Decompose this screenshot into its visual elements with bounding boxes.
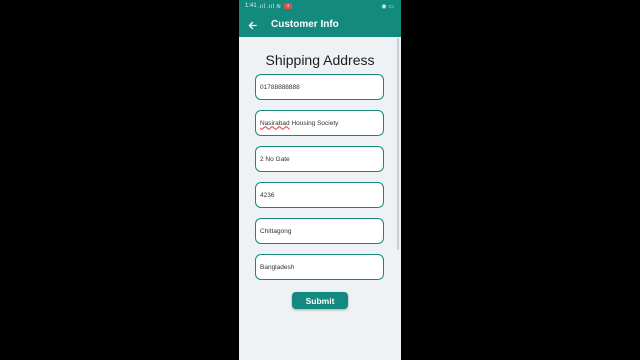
signal-icon: .ııl .ııl ≋ [258, 4, 282, 10]
arrow-left-icon [248, 21, 257, 29]
country-field-value: Bangladesh [260, 263, 295, 271]
landmark-field-value: 2 No Gate [260, 155, 290, 163]
page-title: Customer Info [271, 19, 339, 30]
scrollbar[interactable] [397, 38, 399, 250]
status-time: 1:41 [245, 3, 257, 9]
landmark-field[interactable]: 2 No Gate [255, 146, 384, 172]
address-line-field[interactable]: Nasirabad Housing Society [255, 110, 384, 136]
app-bar: Customer Info [239, 14, 401, 37]
phone-screen: 1:41 .ııl .ııl ≋ 4 ◉ ▭ Customer Info Shi… [239, 0, 401, 360]
back-button[interactable] [245, 18, 259, 32]
misspelled-word: Nasirabad [260, 119, 290, 127]
status-bar: 1:41 .ııl .ııl ≋ 4 ◉ ▭ [239, 0, 401, 14]
phone-field-value: 01788888888 [260, 83, 300, 91]
phone-field[interactable]: 01788888888 [255, 74, 384, 100]
address-line-field-value: Housing Society [289, 119, 339, 127]
country-field[interactable]: Bangladesh [255, 254, 384, 280]
form-heading: Shipping Address [265, 52, 375, 68]
city-field-value: Chittagong [260, 227, 292, 235]
postal-code-field[interactable]: 4236 [255, 182, 384, 208]
postal-code-field-value: 4236 [260, 191, 275, 199]
notification-badge: 4 [284, 3, 292, 9]
battery-icon: ◉ ▭ [381, 4, 394, 10]
submit-button[interactable]: Submit [292, 292, 348, 309]
city-field[interactable]: Chittagong [255, 218, 384, 244]
